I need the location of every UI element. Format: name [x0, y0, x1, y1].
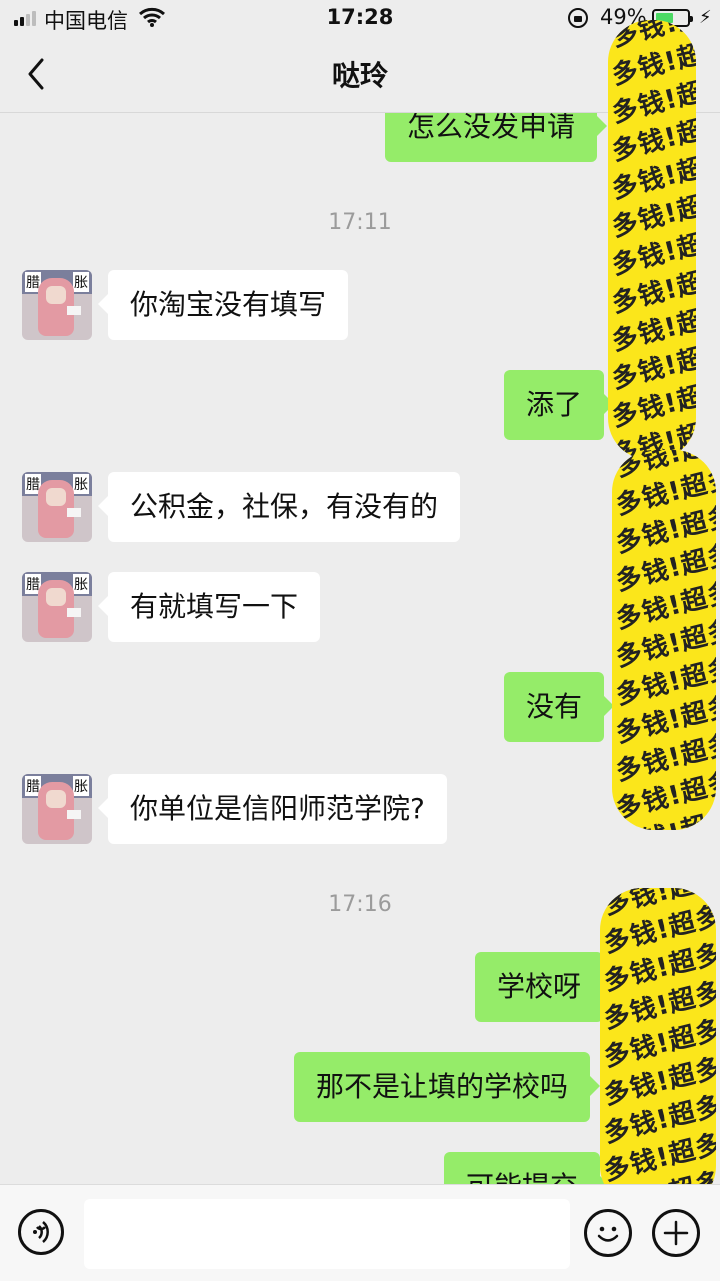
message-bubble-outgoing[interactable]: 学校呀 — [475, 952, 614, 1022]
sticker-overlay: 多钱!超多钱!超多钱!超 多钱!超多钱!超多钱!超 多钱!超多钱!超多钱!超 多钱!超… — [612, 450, 716, 830]
plus-icon[interactable] — [652, 1209, 700, 1257]
emoji-icon[interactable] — [584, 1209, 632, 1257]
sticker-overlay: 多钱!超多钱!超多钱!超 多钱!超多钱!超多钱!超 多钱!超多钱!超多钱!超 多钱!超… — [600, 888, 716, 1208]
message-input[interactable] — [84, 1199, 570, 1269]
charging-icon: ⚡ — [699, 7, 712, 28]
voice-icon[interactable] — [18, 1209, 64, 1255]
message-bubble-outgoing[interactable]: 怎么没发申请 — [385, 112, 608, 162]
message-bubble-outgoing[interactable]: 可能提交 — [444, 1152, 611, 1184]
message-bubble-outgoing[interactable]: 没有 — [504, 672, 615, 742]
message-bubble-incoming[interactable]: 公积金，社保，有没有的 — [97, 472, 461, 542]
input-bar — [0, 1184, 720, 1281]
message-bubble-incoming[interactable]: 有就填写一下 — [97, 572, 321, 642]
message-bubble-incoming[interactable]: 你淘宝没有填写 — [97, 270, 349, 340]
orientation-lock-icon — [568, 8, 588, 28]
message-bubble-outgoing[interactable]: 那不是让填的学校吗 — [294, 1052, 601, 1122]
message-bubble-incoming[interactable]: 你单位是信阳师范学院? — [98, 774, 447, 844]
avatar[interactable]: 腊胀 — [22, 472, 92, 542]
sticker-overlay: 多钱!超多钱!超多钱!超 多钱!超多钱!超多钱!超 多钱!超多钱!超多钱!超 多钱!超… — [608, 20, 696, 460]
message-bubble-outgoing[interactable]: 添了 — [504, 370, 615, 440]
avatar[interactable]: 腊胀 — [22, 774, 92, 844]
avatar[interactable]: 腊胀 — [22, 572, 92, 642]
avatar[interactable]: 腊胀 — [22, 270, 92, 340]
